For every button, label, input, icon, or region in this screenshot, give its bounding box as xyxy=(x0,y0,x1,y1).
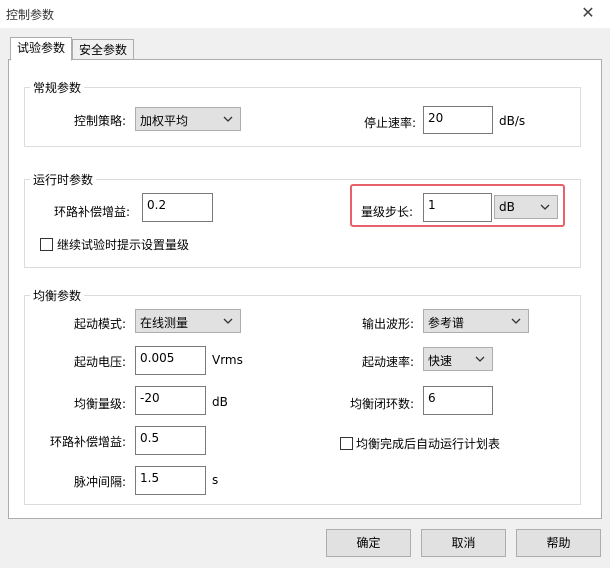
ok-button[interactable]: 确定 xyxy=(326,529,411,557)
eq-loops-input[interactable]: 6 xyxy=(423,386,493,415)
auto-run-checkbox-label: 均衡完成后自动运行计划表 xyxy=(356,437,501,451)
level-step-unit-value: dB xyxy=(499,200,515,214)
stop-rate-unit: dB/s xyxy=(499,114,526,128)
cancel-button[interactable]: 取消 xyxy=(421,529,506,557)
start-mode-select[interactable]: 在线测量 xyxy=(135,309,241,333)
eq-level-label: 均衡量级: xyxy=(73,397,126,411)
pulse-interval-label: 脉冲间隔: xyxy=(73,475,126,489)
title-bar xyxy=(0,0,610,28)
chevron-down-icon xyxy=(223,116,233,122)
tab-safety-params[interactable]: 安全参数 xyxy=(72,39,135,61)
chevron-down-icon xyxy=(475,356,485,362)
tab-test-params[interactable]: 试验参数 xyxy=(10,37,73,61)
prompt-level-checkbox[interactable] xyxy=(40,238,53,251)
eq-level-input[interactable]: -20 xyxy=(135,386,206,415)
eq-loop-gain-input[interactable]: 0.5 xyxy=(135,426,206,455)
eq-loops-label: 均衡闭环数: xyxy=(349,397,414,411)
prompt-level-checkbox-label: 继续试验时提示设置量级 xyxy=(57,238,190,252)
equalization-group-title: 均衡参数 xyxy=(30,287,85,304)
auto-run-checkbox[interactable] xyxy=(340,437,353,450)
eq-loop-gain-label: 环路补偿增益: xyxy=(49,435,126,449)
chevron-down-icon xyxy=(540,204,550,210)
stop-rate-label: 停止速率: xyxy=(363,116,416,130)
control-strategy-value: 加权平均 xyxy=(140,114,189,128)
start-voltage-input[interactable]: 0.005 xyxy=(135,346,206,375)
pulse-interval-unit: s xyxy=(212,473,219,487)
chevron-down-icon xyxy=(223,318,233,324)
pulse-interval-input[interactable]: 1.5 xyxy=(135,466,206,495)
start-rate-select[interactable]: 快速 xyxy=(423,347,493,371)
start-rate-value: 快速 xyxy=(428,354,453,368)
level-step-label: 量级步长: xyxy=(360,205,413,219)
control-strategy-label: 控制策略: xyxy=(73,114,126,128)
stop-rate-input[interactable]: 20 xyxy=(423,106,493,134)
start-voltage-unit: Vrms xyxy=(212,353,243,367)
chevron-down-icon xyxy=(511,318,521,324)
help-button[interactable]: 帮助 xyxy=(516,529,601,557)
runtime-loop-gain-label: 环路补偿增益: xyxy=(53,205,130,219)
close-icon[interactable]: ✕ xyxy=(576,2,600,24)
start-rate-label: 起动速率: xyxy=(361,355,414,369)
output-waveform-select[interactable]: 参考谱 xyxy=(423,309,529,333)
level-step-unit-select[interactable]: dB xyxy=(494,195,558,219)
control-strategy-select[interactable]: 加权平均 xyxy=(135,107,241,131)
start-mode-value: 在线测量 xyxy=(140,316,189,330)
general-group-title: 常规参数 xyxy=(30,79,85,96)
output-waveform-value: 参考谱 xyxy=(428,316,465,330)
level-step-input[interactable]: 1 xyxy=(423,193,492,222)
runtime-loop-gain-input[interactable]: 0.2 xyxy=(142,193,213,222)
window-title: 控制参数 xyxy=(6,8,55,22)
start-mode-label: 起动模式: xyxy=(73,317,126,331)
runtime-group-title: 运行时参数 xyxy=(30,171,97,188)
eq-level-unit: dB xyxy=(212,395,228,409)
output-waveform-label: 输出波形: xyxy=(361,317,414,331)
start-voltage-label: 起动电压: xyxy=(73,355,126,369)
